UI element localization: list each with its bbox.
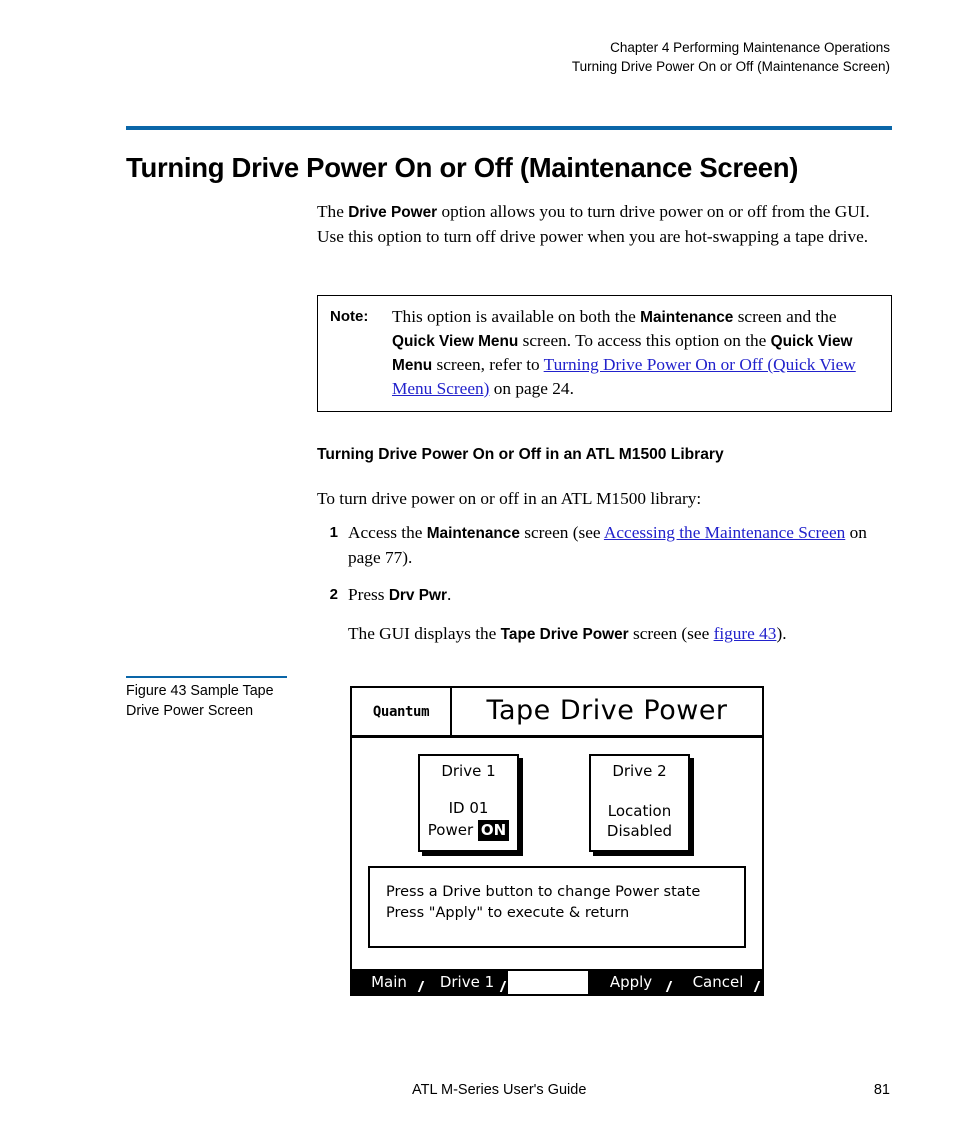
gui-screenshot-figure: Quantum Tape Drive Power Drive 1 ID 01 P… <box>350 686 764 996</box>
step-number: 1 <box>329 524 338 541</box>
gui-button-apply-label: Apply <box>609 973 653 991</box>
intro-paragraph-container: The Drive Power option allows you to tur… <box>317 200 894 248</box>
gui-button-main-label: Main <box>371 973 407 991</box>
gui-button-apply[interactable]: Apply <box>588 971 674 994</box>
section-subheading: Turning Drive Power On or Off in an ATL … <box>317 446 724 463</box>
cont-figure-link[interactable]: figure 43 <box>714 624 777 643</box>
note-text-4: screen, refer to <box>432 355 544 374</box>
gui-body: Drive 1 ID 01 Power ON Drive 2 Location … <box>352 738 762 963</box>
figure-caption: Figure 43 Sample Tape Drive Power Screen <box>126 683 274 719</box>
intro-text-1: The <box>317 202 349 221</box>
step-item: 2 Press Drv Pwr. <box>317 583 894 608</box>
note-bold-maintenance: Maintenance <box>640 309 734 326</box>
step1-crossref-link[interactable]: Accessing the Maintenance Screen <box>604 523 845 542</box>
drive-1-id: ID 01 <box>448 799 489 817</box>
step-continuation-text: The GUI displays the Tape Drive Power sc… <box>348 622 894 647</box>
gui-button-drive-1[interactable]: Drive 1 <box>426 971 508 994</box>
button-notch-icon <box>665 981 673 992</box>
note-text: This option is available on both the Mai… <box>392 305 879 400</box>
step2-bold-drv-pwr: Drv Pwr <box>388 587 447 604</box>
step2-text-2: . <box>446 585 452 604</box>
note-text-1: This option is available on both the <box>392 307 641 326</box>
gui-button-drive-1-label: Drive 1 <box>439 973 495 991</box>
gui-message-line-2: Press "Apply" to execute & return <box>386 905 630 921</box>
drive-1-title: Drive 1 <box>441 762 496 780</box>
note-text-5: on page 24. <box>489 379 574 398</box>
gui-button-cancel-label: Cancel <box>692 973 744 991</box>
title-rule <box>126 126 892 130</box>
step-number: 2 <box>329 586 338 603</box>
note-text-2: screen and the <box>733 307 837 326</box>
drive-1-panel[interactable]: Drive 1 ID 01 Power ON <box>418 754 519 852</box>
step-text: Press Drv Pwr. <box>348 583 894 608</box>
quantum-logo: Quantum <box>352 688 452 735</box>
gui-message-line-1: Press a Drive button to change Power sta… <box>386 884 701 900</box>
intro-bold-drive-power: Drive Power <box>348 204 438 221</box>
running-head-section: Turning Drive Power On or Off (Maintenan… <box>571 59 890 74</box>
drive-2-status-line-2: Disabled <box>606 822 673 840</box>
gui-button-blank <box>508 971 588 994</box>
note-inner: Note: This option is available on both t… <box>330 305 879 400</box>
step-text: Access the Maintenance screen (see Acces… <box>348 521 894 569</box>
page-title: Turning Drive Power On or Off (Maintenan… <box>126 152 799 184</box>
gui-screen-title: Tape Drive Power <box>486 695 728 726</box>
button-notch-icon <box>417 981 425 992</box>
note-box: Note: This option is available on both t… <box>317 295 892 412</box>
steps-list: 1 Access the Maintenance screen (see Acc… <box>317 521 894 646</box>
figure-caption-rule <box>126 676 287 678</box>
button-notch-icon <box>499 981 507 992</box>
button-notch-icon <box>753 981 761 992</box>
cont-text-1: The GUI displays the <box>348 623 501 643</box>
gui-message-box: Press a Drive button to change Power sta… <box>368 866 746 948</box>
drive-1-power-label: Power <box>427 821 474 839</box>
drive-2-panel[interactable]: Drive 2 Location Disabled <box>589 754 690 852</box>
cont-bold-tape-drive-power: Tape Drive Power <box>500 625 629 643</box>
step1-text-1: Access the <box>348 523 427 542</box>
step-item: 1 Access the Maintenance screen (see Acc… <box>317 521 894 569</box>
note-text-3: screen. To access this option on the <box>518 331 771 350</box>
gui-button-bar: Main Drive 1 Apply Cancel <box>352 969 762 994</box>
cont-text-3: ). <box>776 623 787 643</box>
gui-button-main[interactable]: Main <box>352 971 426 994</box>
lead-in-text: To turn drive power on or off in an ATL … <box>317 489 702 508</box>
step1-bold-maintenance: Maintenance <box>426 525 520 542</box>
gui-button-cancel[interactable]: Cancel <box>674 971 762 994</box>
step2-text-1: Press <box>348 585 389 604</box>
running-head-chapter: Chapter 4 Performing Maintenance Operati… <box>610 40 890 55</box>
note-bold-quick-view-menu-1: Quick View Menu <box>392 333 519 350</box>
running-head: Chapter 4 Performing Maintenance Operati… <box>572 38 890 76</box>
cont-text-2: screen (see <box>628 623 714 643</box>
drive-1-power-row: Power ON <box>420 820 517 841</box>
intro-paragraph: The Drive Power option allows you to tur… <box>317 200 894 248</box>
note-label: Note: <box>330 308 369 325</box>
footer-page-number: 81 <box>873 1082 890 1098</box>
drive-1-power-value: ON <box>477 820 510 841</box>
gui-header: Quantum Tape Drive Power <box>352 688 762 738</box>
drive-2-status-line-1: Location <box>607 802 672 820</box>
footer-guide-title: ATL M-Series User's Guide <box>412 1082 587 1098</box>
step1-text-2: screen (see <box>519 523 604 542</box>
drive-2-title: Drive 2 <box>612 762 667 780</box>
